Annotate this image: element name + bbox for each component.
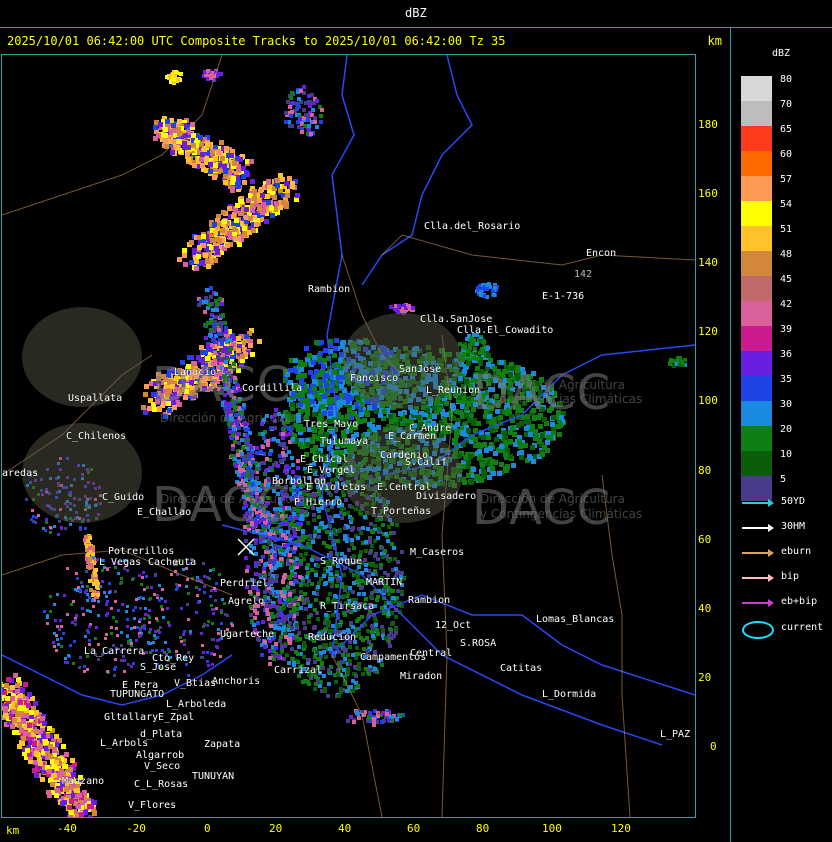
title-bar: 2025/10/01 06:42:00 UTC Composite Tracks…: [0, 28, 730, 52]
map-title: 2025/10/01 06:42:00 UTC Composite Tracks…: [7, 34, 506, 48]
radar-map[interactable]: DACC Dirección de Agricultura DACC Direc…: [1, 54, 696, 818]
y-unit-label: km: [707, 34, 722, 48]
product-label: dBZ: [405, 6, 427, 20]
header-bar: dBZ: [0, 0, 832, 28]
